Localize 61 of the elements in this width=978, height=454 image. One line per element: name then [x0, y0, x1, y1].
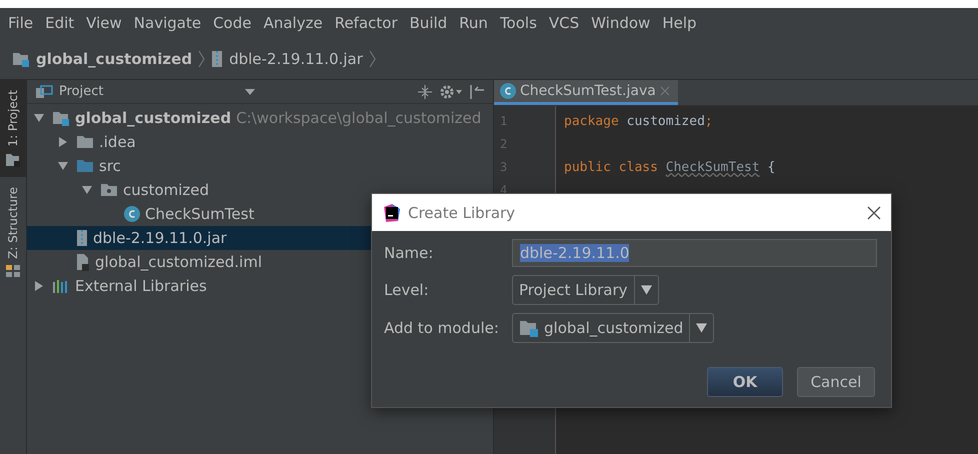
menu-item[interactable]: Build — [404, 14, 454, 32]
chevron-icon — [198, 50, 206, 68]
structure-icon — [5, 264, 21, 278]
collapse-arrow-icon[interactable] — [33, 112, 45, 124]
folder-icon — [5, 152, 21, 167]
menu-item[interactable]: Help — [656, 14, 703, 32]
breadcrumb[interactable]: dble-2.19.11.0.jar — [229, 50, 363, 68]
code-line: public class CheckSumTest { — [564, 159, 776, 177]
folder-icon — [76, 159, 94, 173]
breadcrumb[interactable]: global_customized — [36, 50, 192, 68]
collapse-arrow-icon[interactable] — [57, 160, 69, 172]
path-hint: C:\workspace\global_customized — [236, 109, 482, 127]
module-folder-icon — [52, 110, 70, 126]
dropdown-arrow-icon[interactable] — [245, 88, 255, 94]
folder-icon — [76, 135, 94, 149]
hide-panel-icon[interactable] — [469, 84, 485, 100]
tree-item[interactable]: customized — [27, 178, 493, 202]
tree-item[interactable]: src — [27, 154, 493, 178]
field-label: Add to module: — [384, 319, 500, 337]
cancel-button[interactable]: Cancel — [797, 367, 875, 397]
close-icon[interactable] — [867, 206, 881, 220]
chevron-icon — [368, 50, 376, 68]
app-logo-icon — [382, 202, 402, 222]
dropdown[interactable]: Project Library — [512, 275, 659, 305]
collapse-arrow-icon[interactable] — [81, 184, 93, 196]
menu-item[interactable]: Code — [207, 14, 258, 32]
dropdown[interactable]: global_customized — [512, 313, 714, 343]
archive-icon — [76, 229, 88, 247]
tree-item[interactable]: global_customized C:\workspace\global_customized — [27, 106, 493, 130]
dialog-title: Create Library — [408, 204, 516, 222]
expand-arrow-icon[interactable] — [57, 136, 69, 148]
project-view-icon — [35, 84, 53, 98]
package-folder-icon — [100, 183, 118, 197]
field-label: Level: — [384, 281, 430, 299]
menu-item[interactable]: Window — [585, 14, 656, 32]
side-tab[interactable]: Z: Structure — [0, 176, 26, 288]
expand-arrow-icon[interactable] — [33, 280, 45, 292]
class-icon — [500, 83, 516, 99]
side-tab[interactable]: 1: Project — [0, 80, 26, 177]
module-folder-icon — [12, 50, 30, 66]
editor-tab[interactable]: CheckSumTest.java — [494, 80, 678, 105]
class-icon — [124, 206, 140, 222]
menu-item[interactable]: Edit — [39, 14, 80, 32]
module-folder-icon — [519, 319, 539, 337]
archive-icon — [211, 50, 224, 68]
libraries-icon — [52, 279, 70, 293]
file-icon — [76, 253, 90, 271]
menu-item[interactable]: VCS — [542, 14, 586, 32]
menu-item[interactable]: View — [80, 14, 128, 32]
ok-button[interactable]: OK — [707, 367, 783, 397]
menu-item[interactable]: Run — [453, 14, 494, 32]
code-line: package customized; — [564, 113, 714, 131]
collapse-all-icon[interactable] — [417, 84, 433, 100]
panel-title: Project — [59, 84, 104, 99]
settings-icon[interactable] — [439, 84, 463, 100]
menu-item[interactable]: Refactor — [328, 14, 404, 32]
tree-item[interactable]: .idea — [27, 130, 493, 154]
menu-item[interactable]: Tools — [494, 14, 543, 32]
menu-item[interactable]: Analyze — [257, 14, 329, 32]
menu-item[interactable]: Navigate — [128, 14, 208, 32]
menu-item[interactable]: File — [2, 14, 40, 32]
